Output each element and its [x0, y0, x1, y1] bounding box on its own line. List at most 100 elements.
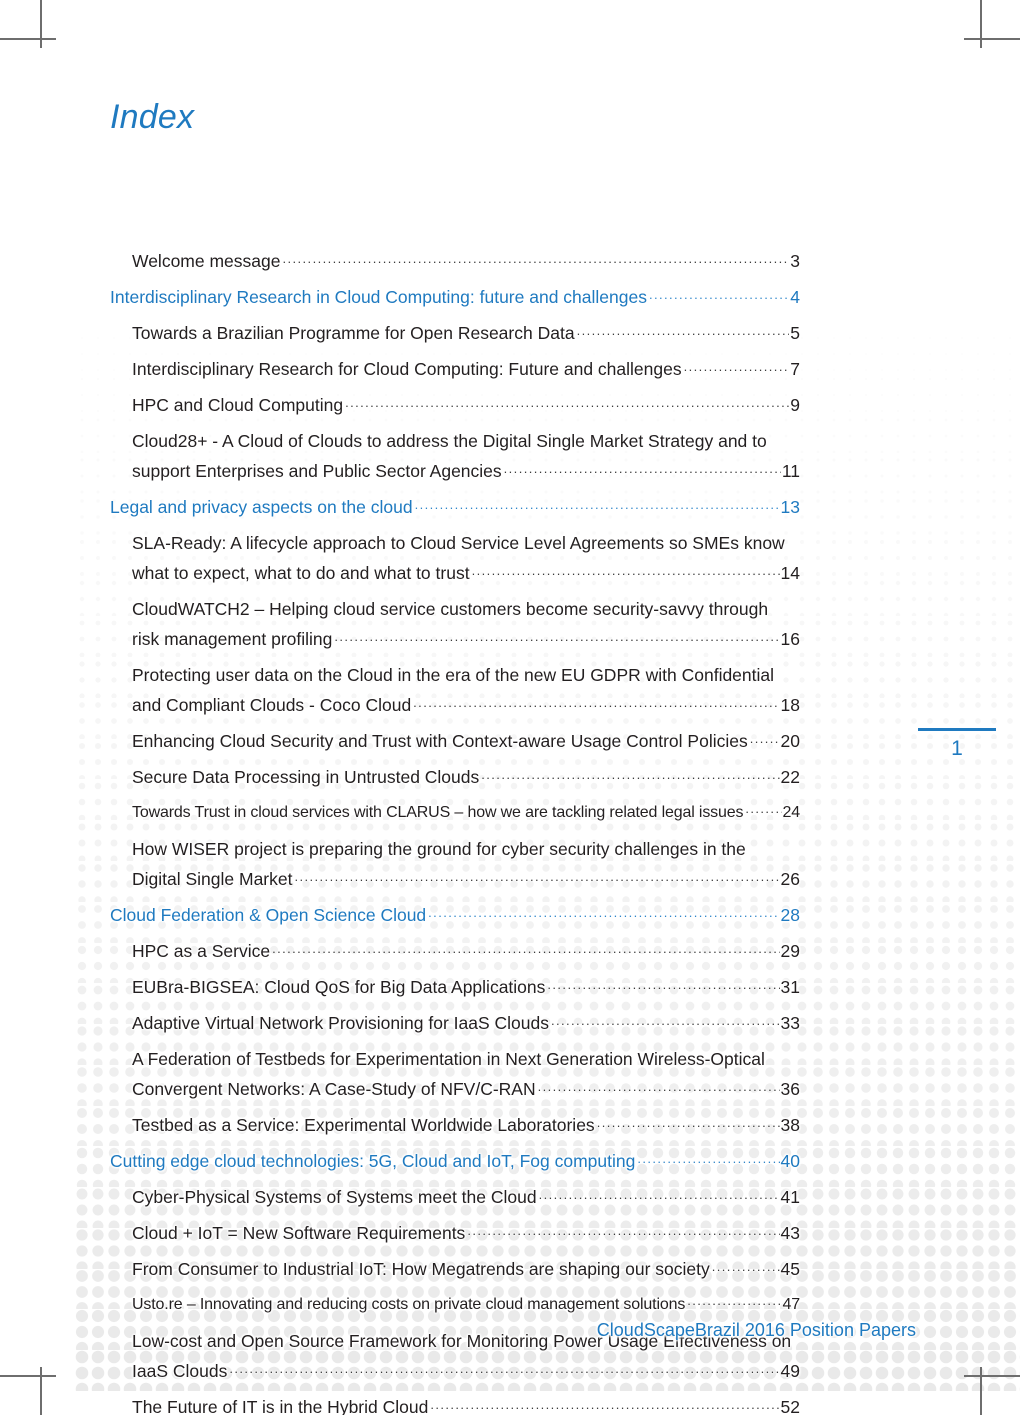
toc-entry-line: Towards a Brazilian Programme for Open R…	[132, 318, 800, 348]
toc-item-entry[interactable]: HPC as a Service 29	[132, 936, 800, 966]
toc-entry-line: HPC as a Service 29	[132, 936, 800, 966]
crop-mark-bottom-left-horizontal	[0, 1375, 56, 1377]
toc-entry-line: The Future of IT is in the Hybrid Cloud 5…	[132, 1392, 800, 1415]
toc-section-entry[interactable]: Cloud Federation & Open Science Cloud 28	[110, 900, 800, 930]
toc-item-entry[interactable]: Towards a Brazilian Programme for Open R…	[132, 318, 800, 348]
crop-mark-top-right-vertical	[980, 0, 982, 48]
toc-dot-leader	[750, 730, 780, 748]
toc-entry-title: Cloud Federation & Open Science Cloud	[110, 905, 427, 925]
toc-item-entry[interactable]: Interdisciplinary Research for Cloud Com…	[132, 354, 800, 384]
toc-item-entry[interactable]: Adaptive Virtual Network Provisioning fo…	[132, 1008, 800, 1038]
toc-dot-leader	[467, 1222, 779, 1240]
toc-entry-line: Usto.re – Innovating and reducing costs …	[132, 1290, 800, 1320]
toc-item-entry[interactable]: Cloud + IoT = New Software Requirements 4…	[132, 1218, 800, 1248]
toc-item-entry[interactable]: How WISER project is preparing the groun…	[132, 834, 800, 894]
toc-entry-page-number: 45	[780, 1259, 800, 1279]
toc-entry-page-number: 38	[780, 1115, 800, 1135]
toc-entry-page-number: 4	[790, 287, 800, 307]
toc-entry-title: Testbed as a Service: Experimental World…	[132, 1115, 595, 1135]
toc-entry-title: HPC as a Service	[132, 941, 271, 961]
toc-entry-line: Welcome message 3	[132, 246, 800, 276]
toc-section-entry[interactable]: Interdisciplinary Research in Cloud Comp…	[110, 282, 800, 312]
toc-dot-leader	[481, 766, 779, 784]
toc-entry-page-number: 26	[780, 869, 800, 889]
toc-item-entry[interactable]: EUBra-BIGSEA: Cloud QoS for Big Data App…	[132, 972, 800, 1002]
page-number: 1	[951, 737, 963, 760]
toc-entry-line: support Enterprises and Public Sector Ag…	[132, 456, 800, 486]
document-page: Index Welcome message 3 Interdisciplinary …	[0, 0, 1020, 1415]
toc-item-entry[interactable]: Cyber-Physical Systems of Systems meet t…	[132, 1182, 800, 1212]
toc-entry-title: The Future of IT is in the Hybrid Cloud	[132, 1397, 429, 1415]
toc-entry-line: Towards Trust in cloud services with CLA…	[132, 798, 800, 828]
toc-entry-line: From Consumer to Industrial IoT: How Meg…	[132, 1254, 800, 1284]
crop-mark-top-right-horizontal	[964, 38, 1020, 40]
toc-entry-page-number: 28	[780, 905, 800, 925]
toc-section-entry[interactable]: Cutting edge cloud technologies: 5G, Clo…	[110, 1146, 800, 1176]
toc-dot-leader	[334, 628, 779, 646]
toc-entry-title: Legal and privacy aspects on the cloud	[110, 497, 413, 517]
toc-item-entry[interactable]: The Future of IT is in the Hybrid Cloud 5…	[132, 1392, 800, 1415]
toc-entry-title: From Consumer to Industrial IoT: How Meg…	[132, 1259, 710, 1279]
toc-dot-leader	[551, 1012, 780, 1030]
toc-item-entry[interactable]: Testbed as a Service: Experimental World…	[132, 1110, 800, 1140]
toc-entry-title: EUBra-BIGSEA: Cloud QoS for Big Data App…	[132, 977, 546, 997]
toc-entry-page-number: 16	[780, 629, 800, 649]
toc-entry-page-number: 5	[790, 323, 800, 343]
toc-entry-title: Convergent Networks: A Case-Study of NFV…	[132, 1079, 536, 1099]
toc-entry-title: Cloud + IoT = New Software Requirements	[132, 1223, 466, 1243]
toc-entry-title: Cutting edge cloud technologies: 5G, Clo…	[110, 1151, 636, 1171]
toc-entry-first-line: CloudWATCH2 – Helping cloud service cust…	[132, 599, 769, 619]
toc-item-entry[interactable]: Enhancing Cloud Security and Trust with …	[132, 726, 800, 756]
toc-entry-page-number: 43	[780, 1223, 800, 1243]
crop-mark-top-left-horizontal	[0, 38, 56, 40]
toc-entry-page-number: 3	[790, 251, 800, 271]
toc-entry-title: Towards a Brazilian Programme for Open R…	[132, 323, 575, 343]
toc-item-entry[interactable]: Protecting user data on the Cloud in the…	[132, 660, 800, 720]
toc-dot-leader	[577, 322, 790, 340]
toc-entry-page-number: 22	[780, 767, 800, 787]
toc-entry-line: Cloud Federation & Open Science Cloud 28	[110, 900, 800, 930]
toc-dot-leader	[538, 1078, 780, 1096]
toc-entry-page-number: 20	[780, 731, 800, 751]
table-of-contents: Welcome message 3 Interdisciplinary Resear…	[110, 246, 800, 1415]
toc-dot-leader	[472, 562, 780, 580]
toc-dot-leader	[712, 1258, 780, 1276]
toc-entry-line: Convergent Networks: A Case-Study of NFV…	[132, 1074, 800, 1104]
toc-entry-title: Digital Single Market	[132, 869, 293, 889]
crop-mark-top-left-vertical	[40, 0, 42, 48]
toc-entry-page-number: 47	[782, 1296, 801, 1313]
toc-item-entry[interactable]: CloudWATCH2 – Helping cloud service cust…	[132, 594, 800, 654]
toc-item-entry[interactable]: Towards Trust in cloud services with CLA…	[132, 798, 800, 828]
toc-entry-page-number: 33	[780, 1013, 800, 1033]
toc-item-entry[interactable]: From Consumer to Industrial IoT: How Meg…	[132, 1254, 800, 1284]
toc-dot-leader	[539, 1186, 780, 1204]
toc-entry-title: Interdisciplinary Research in Cloud Comp…	[110, 287, 647, 307]
toc-item-entry[interactable]: SLA-Ready: A lifecycle approach to Cloud…	[132, 528, 800, 588]
toc-entry-title: Secure Data Processing in Untrusted Clou…	[132, 767, 480, 787]
toc-item-entry[interactable]: A Federation of Testbeds for Experimenta…	[132, 1044, 800, 1104]
toc-item-entry[interactable]: Usto.re – Innovating and reducing costs …	[132, 1290, 800, 1320]
toc-item-entry[interactable]: HPC and Cloud Computing 9	[132, 390, 800, 420]
toc-entry-line: and Compliant Clouds - Coco Cloud 18	[132, 690, 800, 720]
toc-dot-leader	[745, 801, 781, 817]
toc-entry-line: risk management profiling 16	[132, 624, 800, 654]
toc-item-entry[interactable]: Welcome message 3	[132, 246, 800, 276]
toc-entry-title: Welcome message	[132, 251, 281, 271]
toc-entry-first-line: How WISER project is preparing the groun…	[132, 839, 746, 859]
toc-item-entry[interactable]: Cloud28+ - A Cloud of Clouds to address …	[132, 426, 800, 486]
toc-entry-line: Interdisciplinary Research for Cloud Com…	[132, 354, 800, 384]
toc-entry-page-number: 14	[780, 563, 800, 583]
toc-section-entry[interactable]: Legal and privacy aspects on the cloud 13	[110, 492, 800, 522]
toc-entry-page-number: 40	[780, 1151, 800, 1171]
toc-entry-line: HPC and Cloud Computing 9	[132, 390, 800, 420]
toc-dot-leader	[283, 250, 790, 268]
toc-entry-page-number: 41	[780, 1187, 800, 1207]
toc-item-entry[interactable]: Secure Data Processing in Untrusted Clou…	[132, 762, 800, 792]
toc-entry-title: Interdisciplinary Research for Cloud Com…	[132, 359, 682, 379]
toc-entry-title: support Enterprises and Public Sector Ag…	[132, 461, 502, 481]
toc-dot-leader	[430, 1396, 779, 1414]
toc-entry-line: Adaptive Virtual Network Provisioning fo…	[132, 1008, 800, 1038]
toc-entry-title: Usto.re – Innovating and reducing costs …	[132, 1296, 686, 1313]
toc-entry-first-line: A Federation of Testbeds for Experimenta…	[132, 1049, 765, 1069]
toc-entry-line: Legal and privacy aspects on the cloud 13	[110, 492, 800, 522]
